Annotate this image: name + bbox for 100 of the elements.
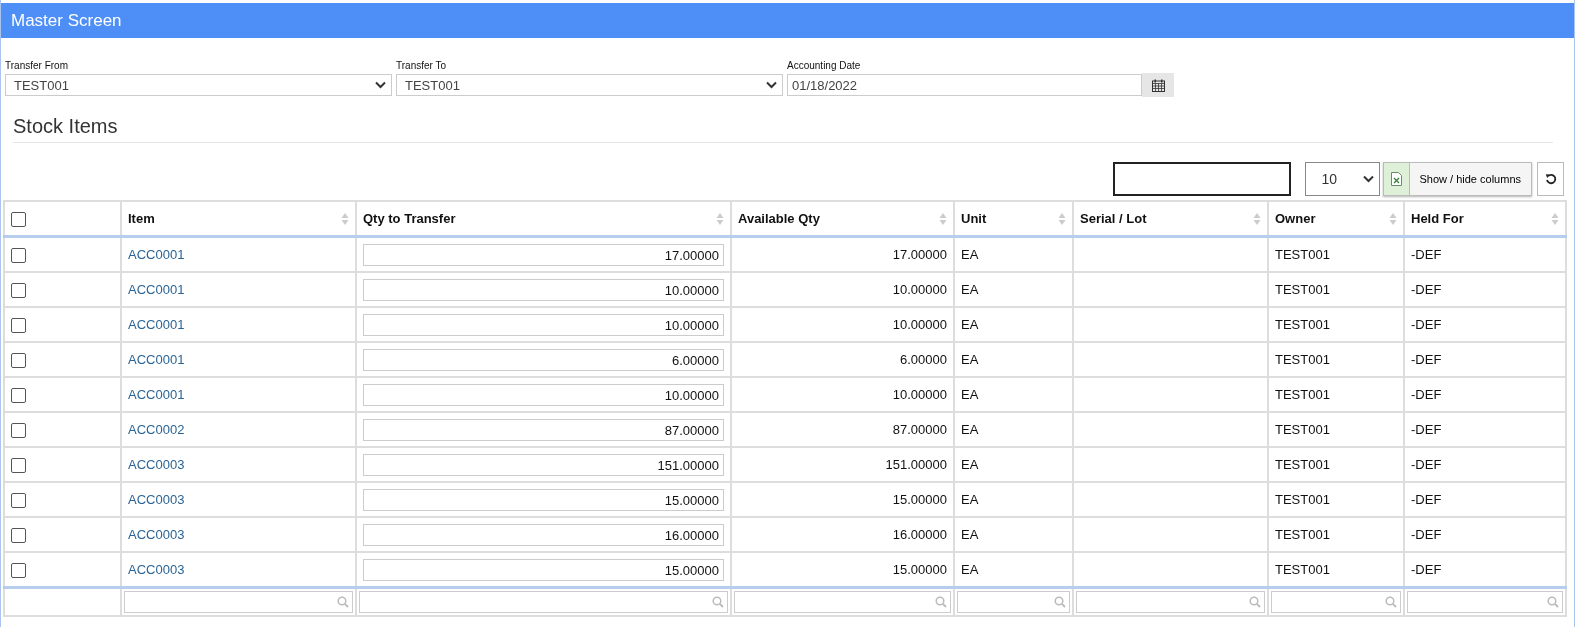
sort-icon (716, 211, 724, 226)
table-cell: 15.00000 (731, 482, 954, 517)
column-header[interactable]: Owner (1268, 201, 1404, 237)
refresh-button[interactable] (1537, 162, 1564, 196)
calendar-button[interactable] (1142, 73, 1174, 97)
date-field[interactable]: 01/18/2022 (787, 74, 1142, 96)
search-field[interactable] (1112, 162, 1291, 196)
table-cell: TEST001 (1268, 307, 1404, 342)
table-cell: TEST001 (1268, 482, 1404, 517)
item-link[interactable]: ACC0001 (128, 317, 185, 332)
table-cell: TEST001 (1268, 342, 1404, 377)
search-icon (1249, 596, 1261, 608)
search-icon (337, 596, 349, 608)
column-filter-field[interactable] (359, 591, 728, 613)
calendar-icon (1151, 78, 1165, 92)
window-title: Master Screen (11, 10, 122, 31)
table-cell: TEST001 (1268, 412, 1404, 447)
quantity-input[interactable]: 87.00000 (363, 418, 724, 441)
quantity-input[interactable]: 17.00000 (363, 243, 724, 266)
quantity-input[interactable]: 10.00000 (363, 383, 724, 406)
table-cell: TEST001 (1268, 517, 1404, 552)
row-checkbox[interactable] (11, 247, 26, 263)
row-checkbox[interactable] (11, 457, 26, 473)
sort-icon (1058, 211, 1066, 226)
table-cell: 17.00000 (731, 236, 954, 272)
table-cell: EA (954, 482, 1073, 517)
row-checkbox[interactable] (11, 562, 26, 578)
table-cell: TEST001 (1268, 272, 1404, 307)
table-cell: -DEF (1404, 307, 1566, 342)
row-checkbox[interactable] (11, 352, 26, 368)
item-link[interactable]: ACC0002 (128, 422, 185, 437)
column-filter-field[interactable] (1076, 591, 1265, 613)
column-header[interactable]: Held For (1404, 201, 1566, 237)
column-header[interactable]: Unit (954, 201, 1073, 237)
row-checkbox[interactable] (11, 282, 26, 298)
row-checkbox[interactable] (11, 422, 26, 438)
table-cell: 10.00000 (731, 272, 954, 307)
quantity-input[interactable]: 16.00000 (363, 523, 724, 546)
field-label: Transfer From (5, 60, 69, 71)
table-cell: 87.00000 (731, 412, 954, 447)
row-checkbox[interactable] (11, 492, 26, 508)
table-cell: TEST001 (1268, 447, 1404, 482)
search-icon (1547, 596, 1559, 608)
item-link[interactable]: ACC0003 (128, 562, 185, 577)
item-link[interactable]: ACC0001 (128, 282, 185, 297)
select-all-checkbox[interactable] (11, 211, 26, 227)
item-link[interactable]: ACC0001 (128, 387, 185, 402)
sort-icon (939, 211, 947, 226)
quantity-input[interactable]: 6.00000 (363, 348, 724, 371)
table-cell: 6.00000 (731, 342, 954, 377)
page-size-select[interactable]: 10 (1304, 162, 1380, 196)
table-cell: TEST001 (1268, 236, 1404, 272)
column-header[interactable]: Item (121, 201, 356, 237)
show-hide-columns-button[interactable]: Show / hide columns (1409, 162, 1532, 196)
table-cell: -DEF (1404, 236, 1566, 272)
row-checkbox[interactable] (11, 527, 26, 543)
item-link[interactable]: ACC0003 (128, 527, 185, 542)
column-filter-field[interactable] (1271, 591, 1401, 613)
row-checkbox[interactable] (11, 387, 26, 403)
column-filter-field[interactable] (124, 591, 353, 613)
table-cell: EA (954, 517, 1073, 552)
search-icon (712, 596, 724, 608)
row-checkbox[interactable] (11, 317, 26, 333)
excel-export-button[interactable] (1382, 162, 1410, 196)
column-header[interactable]: Available Qty (731, 201, 954, 237)
table-cell: -DEF (1404, 412, 1566, 447)
column-filter-field[interactable] (1407, 591, 1563, 613)
sort-icon (1389, 211, 1397, 226)
item-link[interactable]: ACC0003 (128, 492, 185, 507)
search-icon (935, 596, 947, 608)
search-icon (1054, 596, 1066, 608)
table-cell: -DEF (1404, 517, 1566, 552)
table-cell: -DEF (1404, 447, 1566, 482)
table-cell: EA (954, 412, 1073, 447)
sort-icon (341, 211, 349, 226)
item-link[interactable]: ACC0001 (128, 352, 185, 367)
table-cell: -DEF (1404, 377, 1566, 412)
column-filter-field[interactable] (734, 591, 951, 613)
search-icon (1385, 596, 1397, 608)
refresh-icon (1544, 173, 1557, 185)
column-filter-field[interactable] (957, 591, 1070, 613)
quantity-input[interactable]: 15.00000 (363, 488, 724, 511)
column-header[interactable]: Qty to Transfer (356, 201, 731, 237)
table-cell: 151.00000 (731, 447, 954, 482)
quantity-input[interactable]: 15.00000 (363, 558, 724, 581)
table-cell: EA (954, 236, 1073, 272)
quantity-input[interactable]: 10.00000 (363, 313, 724, 336)
table-cell: TEST001 (1268, 377, 1404, 412)
item-link[interactable]: ACC0001 (128, 247, 185, 262)
table-cell: EA (954, 447, 1073, 482)
select-field[interactable]: TEST001 (396, 74, 783, 96)
item-link[interactable]: ACC0003 (128, 457, 185, 472)
table-cell: EA (954, 272, 1073, 307)
quantity-input[interactable]: 10.00000 (363, 278, 724, 301)
select-field[interactable]: TEST001 (5, 74, 392, 96)
table-cell: EA (954, 307, 1073, 342)
table-cell: 16.00000 (731, 517, 954, 552)
quantity-input[interactable]: 151.00000 (363, 453, 724, 476)
column-header[interactable]: Serial / Lot (1073, 201, 1268, 237)
table-cell: -DEF (1404, 272, 1566, 307)
